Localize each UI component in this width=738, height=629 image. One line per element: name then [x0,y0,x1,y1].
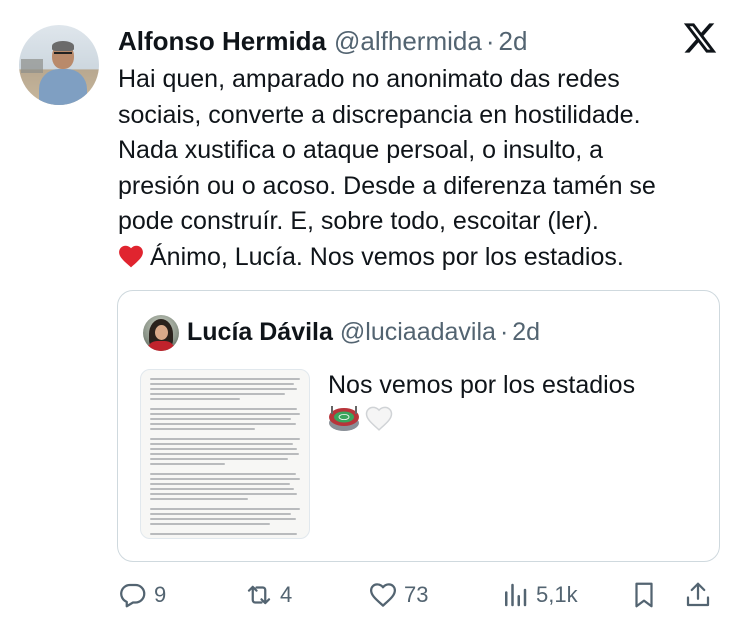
tweet-text-line: Nada xustifica o ataque persoal, o insul… [118,136,604,165]
views-icon [505,583,527,607]
tweet-text: Hai quen, amparado no anonimato das rede… [118,62,723,276]
reply-icon [120,583,146,608]
quoted-tweet-card[interactable]: Lucía Dávila @luciaadavila · 2d Nos vemo… [117,290,720,562]
quoted-tweet-emojis [328,403,394,433]
views-count: 5,1k [536,582,578,607]
quoted-author-handle[interactable]: @luciaadavila [340,318,496,347]
share-icon [686,582,710,607]
tweet-text-line: presión ou o acoso. Desde a diferenza ta… [118,171,656,200]
author-name[interactable]: Alfonso Hermida [118,26,326,57]
bookmark-button[interactable] [629,575,659,615]
tweet-header: Alfonso Hermida @alfhermida · 2d [118,26,527,56]
tweet-text-line: pode construír. E, sobre todo, escoitar … [118,207,599,236]
quoted-author-avatar[interactable] [143,315,179,351]
tweet-action-bar: 9 4 73 5,1k [0,575,738,615]
tweet-timestamp[interactable]: 2d [499,26,528,57]
separator-dot: · [485,26,495,56]
quoted-author-name[interactable]: Lucía Dávila [187,318,333,347]
white-heart-icon [365,406,393,431]
share-button[interactable] [683,575,713,615]
bookmark-icon [635,582,653,608]
author-handle[interactable]: @alfhermida [334,26,482,57]
like-button[interactable]: 73 [368,575,428,615]
tweet-text-line: Hai quen, amparado no anonimato das rede… [118,65,620,93]
tweet-text-line: Ánimo, Lucía. Nos vemos por los estadios… [150,242,624,271]
views-button[interactable]: 5,1k [500,575,578,615]
quoted-document-image[interactable] [140,369,310,539]
red-heart-emoji-icon [119,245,143,268]
tweet-text-line: sociais, converte a discrepancia en host… [118,100,641,129]
quoted-tweet-header: Lucía Dávila @luciaadavila · 2d [187,318,540,347]
repost-icon [247,585,271,605]
reply-count: 9 [154,582,167,607]
author-avatar[interactable] [19,25,99,105]
like-count: 73 [404,582,429,607]
quoted-tweet-timestamp[interactable]: 2d [512,318,540,347]
tweet-text-last-line: Ánimo, Lucía. Nos vemos por los estadios… [118,240,723,276]
reply-button[interactable]: 9 [118,575,166,615]
separator-dot: · [499,318,509,346]
repost-count: 4 [280,582,293,607]
heart-icon [370,583,396,607]
x-logo-icon [683,23,717,53]
quoted-tweet-text: Nos vemos por los estadios [328,371,636,399]
repost-button[interactable]: 4 [244,575,292,615]
stadium-icon [329,406,359,431]
